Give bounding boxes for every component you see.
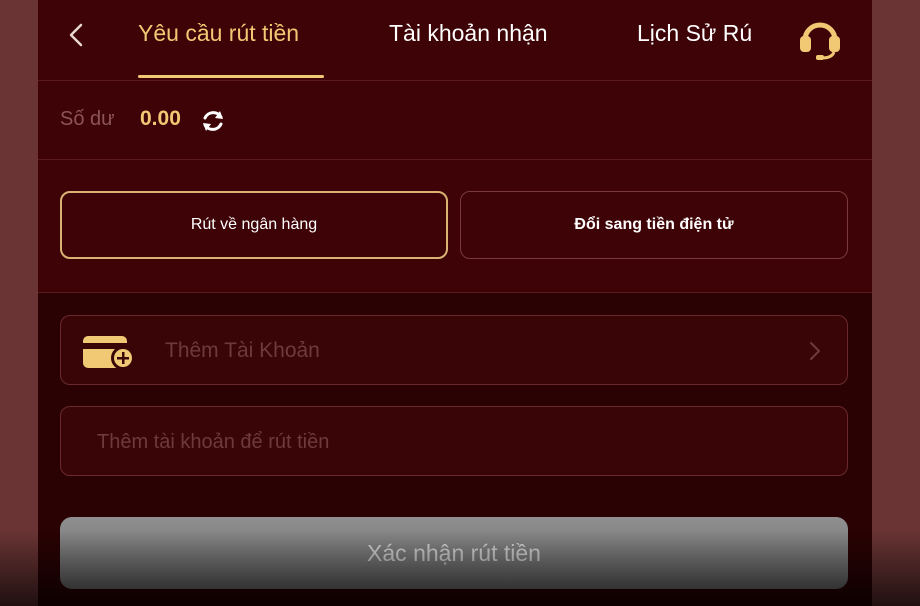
method-bank-button[interactable]: Rút về ngân hàng [60,191,448,259]
withdraw-form: Thêm Tài Khoản Thêm tài khoản để rút tiề… [38,293,872,606]
account-field[interactable]: Thêm tài khoản để rút tiền [60,406,848,476]
left-backdrop [0,0,38,606]
refresh-icon[interactable] [200,108,226,134]
active-tab-indicator [138,75,324,78]
tab-history[interactable]: Lịch Sử Rú [637,20,752,47]
tab-withdraw-request[interactable]: Yêu cầu rút tiền [138,20,299,47]
headset-icon[interactable] [796,16,844,60]
withdraw-method-selector: Rút về ngân hàng Đổi sang tiền điện tử [38,160,872,293]
balance-label: Số dư [60,108,115,130]
confirm-withdraw-button[interactable]: Xác nhận rút tiền [60,517,848,589]
add-account-row[interactable]: Thêm Tài Khoản [60,315,848,385]
balance-value: 0.00 [140,107,181,130]
withdraw-screen: Yêu cầu rút tiền Tài khoản nhận Lịch Sử … [38,0,872,606]
chevron-right-icon [810,342,820,360]
right-backdrop [872,0,920,606]
chevron-left-icon[interactable] [64,22,90,48]
balance-row: Số dư 0.00 [38,81,872,160]
top-nav: Yêu cầu rút tiền Tài khoản nhận Lịch Sử … [38,0,872,81]
add-account-label: Thêm Tài Khoản [165,339,320,362]
wallet-add-icon [83,336,135,370]
method-crypto-button[interactable]: Đổi sang tiền điện tử [460,191,848,259]
tab-receiving-account[interactable]: Tài khoản nhận [389,20,548,47]
account-placeholder: Thêm tài khoản để rút tiền [97,431,330,453]
